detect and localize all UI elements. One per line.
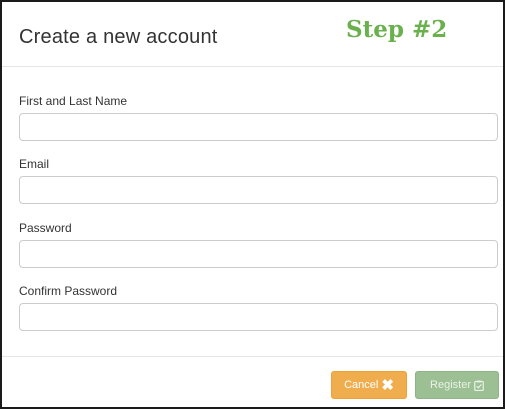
step-label: Step #2 <box>346 16 448 43</box>
password-input[interactable] <box>19 240 498 268</box>
modal-body: First and Last Name Email Password Confi… <box>2 67 503 357</box>
name-field-label: First and Last Name <box>19 94 128 108</box>
cancel-button[interactable]: Cancel ✖ <box>331 371 407 399</box>
modal-title: Create a new account <box>19 26 218 48</box>
email-input[interactable] <box>19 176 498 204</box>
password-field-label: Password <box>19 221 72 235</box>
modal-header: Create a new account Step #2 <box>2 2 503 67</box>
register-button[interactable]: Register <box>415 371 499 399</box>
confirm-password-input[interactable] <box>19 303 498 331</box>
modal-footer: Cancel ✖ Register <box>2 356 503 408</box>
create-account-modal: Create a new account Step #2 First and L… <box>0 0 505 409</box>
name-input[interactable] <box>19 113 498 141</box>
confirm-password-field-label: Confirm Password <box>19 284 118 298</box>
clipboard-check-icon <box>474 380 484 391</box>
email-field-label: Email <box>19 157 50 171</box>
register-button-label: Register <box>430 379 471 391</box>
close-icon: ✖ <box>381 376 394 394</box>
cancel-button-label: Cancel <box>344 379 379 391</box>
